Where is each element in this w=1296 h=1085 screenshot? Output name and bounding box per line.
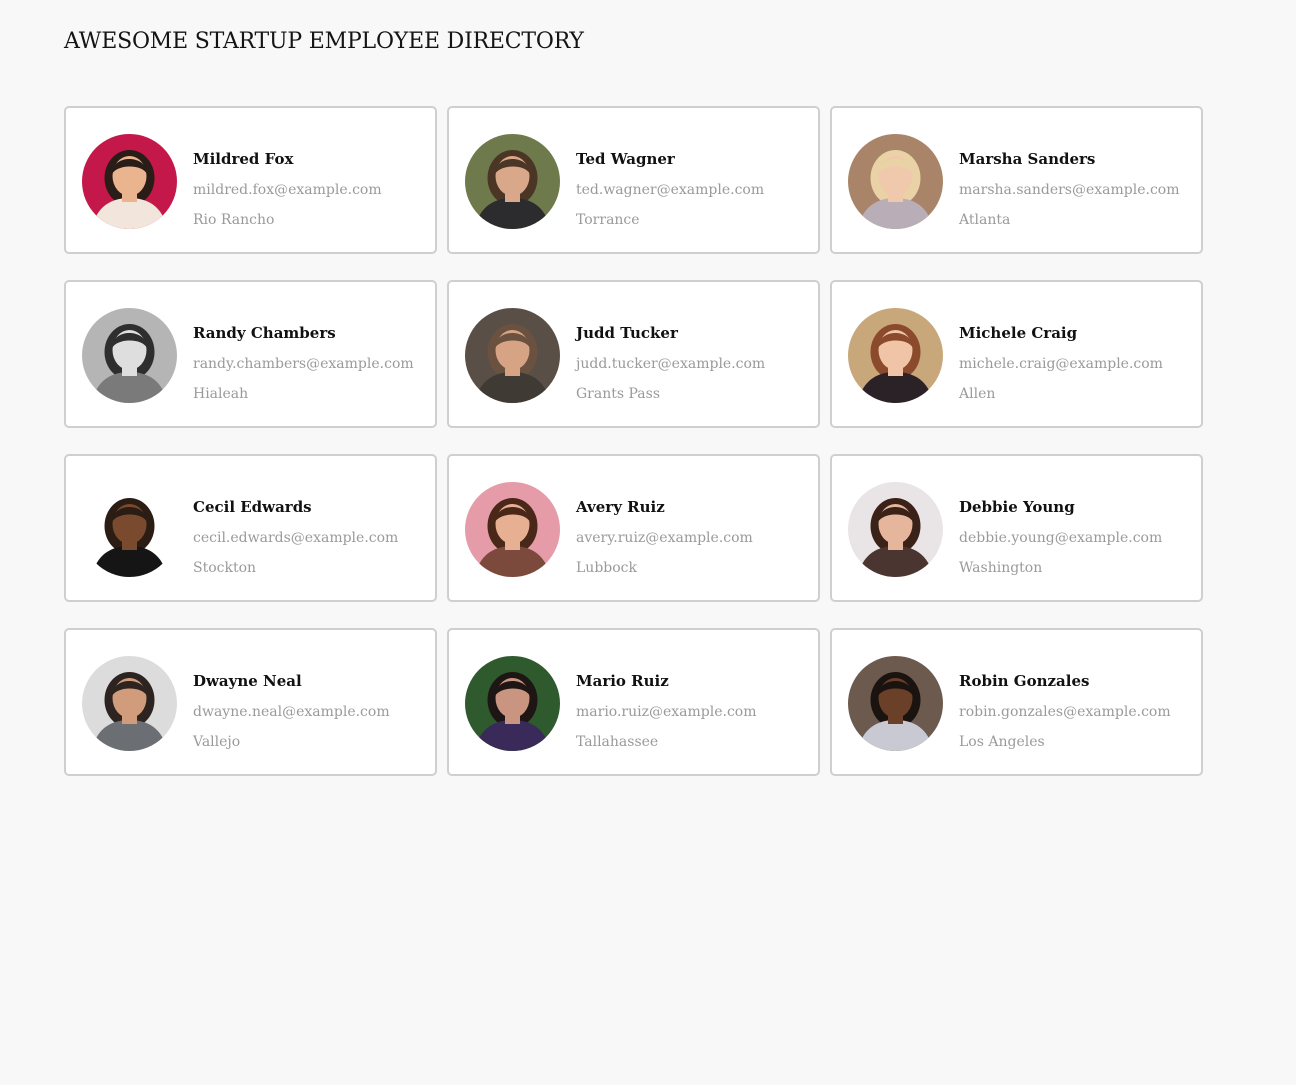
employee-email[interactable]: randy.chambers@example.com <box>193 355 431 373</box>
employee-info: Cecil Edwards cecil.edwards@example.com … <box>193 498 431 577</box>
avatar[interactable] <box>82 482 177 577</box>
employee-email[interactable]: debbie.young@example.com <box>959 529 1197 547</box>
avatar-photo-icon <box>848 134 943 229</box>
employee-email[interactable]: avery.ruiz@example.com <box>576 529 814 547</box>
avatar[interactable] <box>82 308 177 403</box>
employee-name[interactable]: Mildred Fox <box>193 150 431 168</box>
avatar-photo-icon <box>82 656 177 751</box>
avatar-photo-icon <box>465 134 560 229</box>
avatar-photo-icon <box>82 134 177 229</box>
employee-email[interactable]: michele.craig@example.com <box>959 355 1197 373</box>
avatar-photo-icon <box>82 308 177 403</box>
employee-city: Los Angeles <box>959 734 1045 750</box>
employee-card[interactable]: Debbie Young debbie.young@example.com Wa… <box>830 454 1203 602</box>
employee-name[interactable]: Marsha Sanders <box>959 150 1197 168</box>
employee-name[interactable]: Judd Tucker <box>576 324 814 342</box>
avatar[interactable] <box>82 656 177 751</box>
employee-name[interactable]: Dwayne Neal <box>193 672 431 690</box>
employee-city: Stockton <box>193 560 257 576</box>
employee-city: Vallejo <box>193 734 241 750</box>
employee-card[interactable]: Marsha Sanders marsha.sanders@example.co… <box>830 106 1203 254</box>
employee-email[interactable]: ted.wagner@example.com <box>576 181 814 199</box>
employee-name[interactable]: Ted Wagner <box>576 150 814 168</box>
avatar-photo-icon <box>848 308 943 403</box>
employee-name[interactable]: Randy Chambers <box>193 324 431 342</box>
employee-email[interactable]: cecil.edwards@example.com <box>193 529 431 547</box>
avatar[interactable] <box>465 308 560 403</box>
employee-info: Dwayne Neal dwayne.neal@example.com Vall… <box>193 672 431 751</box>
employee-city: Hialeah <box>193 386 249 402</box>
employee-info: Robin Gonzales robin.gonzales@example.co… <box>959 672 1197 751</box>
avatar-photo-icon <box>465 656 560 751</box>
employee-info: Randy Chambers randy.chambers@example.co… <box>193 324 431 403</box>
employee-grid: Mildred Fox mildred.fox@example.com Rio … <box>64 106 1203 776</box>
employee-info: Ted Wagner ted.wagner@example.com Torran… <box>576 150 814 229</box>
employee-email[interactable]: mario.ruiz@example.com <box>576 703 814 721</box>
employee-name[interactable]: Debbie Young <box>959 498 1197 516</box>
avatar[interactable] <box>465 134 560 229</box>
employee-city: Allen <box>959 386 996 402</box>
employee-name[interactable]: Robin Gonzales <box>959 672 1197 690</box>
employee-info: Marsha Sanders marsha.sanders@example.co… <box>959 150 1197 229</box>
avatar[interactable] <box>848 134 943 229</box>
employee-city: Tallahassee <box>576 734 659 750</box>
employee-info: Judd Tucker judd.tucker@example.com Gran… <box>576 324 814 403</box>
employee-email[interactable]: dwayne.neal@example.com <box>193 703 431 721</box>
employee-city: Washington <box>959 560 1043 576</box>
employee-city: Torrance <box>576 212 640 228</box>
avatar-photo-icon <box>848 482 943 577</box>
avatar[interactable] <box>465 482 560 577</box>
employee-email[interactable]: marsha.sanders@example.com <box>959 181 1197 199</box>
employee-name[interactable]: Cecil Edwards <box>193 498 431 516</box>
avatar[interactable] <box>465 656 560 751</box>
employee-card[interactable]: Michele Craig michele.craig@example.com … <box>830 280 1203 428</box>
employee-card[interactable]: Cecil Edwards cecil.edwards@example.com … <box>64 454 437 602</box>
employee-name[interactable]: Mario Ruiz <box>576 672 814 690</box>
employee-name[interactable]: Michele Craig <box>959 324 1197 342</box>
employee-card[interactable]: Mildred Fox mildred.fox@example.com Rio … <box>64 106 437 254</box>
employee-card[interactable]: Avery Ruiz avery.ruiz@example.com Lubboc… <box>447 454 820 602</box>
avatar-photo-icon <box>465 482 560 577</box>
employee-email[interactable]: judd.tucker@example.com <box>576 355 814 373</box>
employee-name[interactable]: Avery Ruiz <box>576 498 814 516</box>
employee-email[interactable]: robin.gonzales@example.com <box>959 703 1197 721</box>
employee-email[interactable]: mildred.fox@example.com <box>193 181 431 199</box>
employee-city: Rio Rancho <box>193 212 275 228</box>
employee-card[interactable]: Randy Chambers randy.chambers@example.co… <box>64 280 437 428</box>
employee-card[interactable]: Judd Tucker judd.tucker@example.com Gran… <box>447 280 820 428</box>
employee-info: Michele Craig michele.craig@example.com … <box>959 324 1197 403</box>
employee-city: Grants Pass <box>576 386 661 402</box>
employee-info: Mario Ruiz mario.ruiz@example.com Tallah… <box>576 672 814 751</box>
avatar[interactable] <box>848 308 943 403</box>
employee-info: Debbie Young debbie.young@example.com Wa… <box>959 498 1197 577</box>
avatar-photo-icon <box>848 656 943 751</box>
employee-card[interactable]: Ted Wagner ted.wagner@example.com Torran… <box>447 106 820 254</box>
page-title: AWESOME STARTUP EMPLOYEE DIRECTORY <box>64 29 584 54</box>
employee-info: Avery Ruiz avery.ruiz@example.com Lubboc… <box>576 498 814 577</box>
avatar[interactable] <box>82 134 177 229</box>
employee-city: Atlanta <box>959 212 1011 228</box>
employee-card[interactable]: Robin Gonzales robin.gonzales@example.co… <box>830 628 1203 776</box>
employee-card[interactable]: Dwayne Neal dwayne.neal@example.com Vall… <box>64 628 437 776</box>
employee-card[interactable]: Mario Ruiz mario.ruiz@example.com Tallah… <box>447 628 820 776</box>
avatar-photo-icon <box>465 308 560 403</box>
avatar[interactable] <box>848 656 943 751</box>
avatar[interactable] <box>848 482 943 577</box>
employee-info: Mildred Fox mildred.fox@example.com Rio … <box>193 150 431 229</box>
employee-city: Lubbock <box>576 560 637 576</box>
avatar-photo-icon <box>82 482 177 577</box>
